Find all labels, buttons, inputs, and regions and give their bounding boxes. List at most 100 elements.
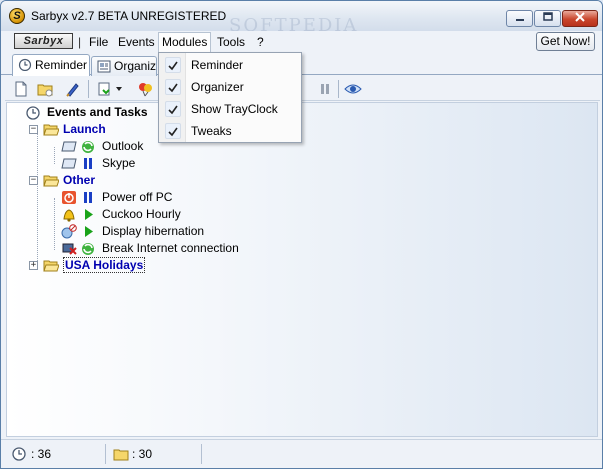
pause-icon <box>84 158 92 169</box>
folder-open-icon <box>43 260 59 272</box>
get-now-button[interactable]: Get Now! <box>536 32 595 51</box>
new-button[interactable] <box>11 79 31 99</box>
organizer-icon <box>97 60 111 73</box>
checkmark-icon <box>165 123 181 139</box>
events-tree[interactable]: Events and Tasks − Launch Outlook Skype … <box>6 102 598 437</box>
checkmark-icon <box>165 79 181 95</box>
tree-root-label: Events and Tasks <box>47 105 148 119</box>
tree-item-break-internet[interactable]: Break Internet connection <box>61 240 239 257</box>
tree-item-label: Power off PC <box>102 190 173 204</box>
import-button[interactable] <box>95 79 115 99</box>
checkmark-icon <box>165 101 181 117</box>
tree-item-cuckoo[interactable]: Cuckoo Hourly <box>61 206 181 223</box>
tree-item-label: Break Internet connection <box>102 241 239 255</box>
minimize-button[interactable] <box>506 10 533 27</box>
menu-item-reminder[interactable]: Reminder <box>161 54 299 76</box>
task-card-icon <box>61 141 77 152</box>
import-dropdown-button[interactable] <box>113 79 125 99</box>
menu-item-label: Tweaks <box>191 124 232 138</box>
close-icon <box>575 12 585 22</box>
minimize-icon <box>515 19 524 21</box>
play-icon <box>85 226 93 237</box>
edit-button[interactable] <box>63 79 83 99</box>
maximize-button[interactable] <box>534 10 561 27</box>
menu-item-label: Reminder <box>191 58 244 72</box>
tree-item-power-off[interactable]: Power off PC <box>61 189 172 206</box>
tree-connector <box>54 147 55 164</box>
tree-item-hibernation[interactable]: Display hibernation <box>61 223 204 240</box>
checkmark-icon <box>165 57 181 73</box>
folder-open-icon <box>43 175 59 187</box>
pause-icon <box>321 84 329 94</box>
reminder-count: : 36 <box>31 447 52 461</box>
menu-bar: Sarbyx | File Events Modules Tools ? Get… <box>1 31 602 53</box>
clock-icon <box>12 447 26 461</box>
eye-icon <box>344 84 362 94</box>
tree-connector <box>37 129 38 267</box>
toolbar-separator <box>88 80 89 98</box>
menu-item-organizer[interactable]: Organizer <box>161 76 299 98</box>
new-folder-button[interactable] <box>35 79 55 99</box>
folder-icon <box>113 449 129 461</box>
menu-separator: | <box>78 35 82 49</box>
app-window: S Sarbyx v2.7 BETA UNREGISTERED SOFTPEDI… <box>0 0 603 469</box>
tree-item-label: Outlook <box>102 139 144 153</box>
recurring-arrows-icon <box>82 141 94 153</box>
expand-usa-holidays-toggle[interactable]: + <box>29 261 38 270</box>
clock-icon <box>18 58 32 71</box>
folder-count: : 30 <box>132 447 153 461</box>
tab-reminder-label: Reminder <box>35 58 88 72</box>
edit-icon <box>66 83 79 97</box>
tree-item-skype[interactable]: Skype <box>61 155 135 172</box>
task-card-icon <box>61 158 77 169</box>
power-icon <box>62 191 76 204</box>
folder-add-icon <box>37 84 53 97</box>
tree-group-other[interactable]: Other <box>43 172 95 189</box>
menu-help[interactable]: ? <box>254 32 267 52</box>
menu-item-label: Show TrayClock <box>191 102 278 116</box>
menu-item-show-trayclock[interactable]: Show TrayClock <box>161 98 299 120</box>
status-separator <box>105 444 106 464</box>
balloon-button[interactable] <box>135 79 155 99</box>
pause-button[interactable] <box>315 79 335 99</box>
menu-item-label: Organizer <box>191 80 244 94</box>
close-button[interactable] <box>562 10 598 27</box>
window-title: Sarbyx v2.7 BETA UNREGISTERED <box>31 9 227 23</box>
menu-modules[interactable]: Modules <box>158 32 212 52</box>
new-document-icon <box>15 81 27 97</box>
tab-organizer-label: Organizer <box>114 59 157 73</box>
title-bar[interactable]: S Sarbyx v2.7 BETA UNREGISTERED SOFTPEDI… <box>1 1 602 36</box>
tree-item-outlook[interactable]: Outlook <box>61 138 143 155</box>
tree-group-launch[interactable]: Launch <box>43 121 106 138</box>
tree-root[interactable]: Events and Tasks <box>25 104 148 121</box>
collapse-other-toggle[interactable]: − <box>29 176 38 185</box>
menu-tools[interactable]: Tools <box>214 32 248 52</box>
tree-group-label: USA Holidays <box>63 257 146 273</box>
tab-organizer[interactable]: Organizer <box>91 56 157 76</box>
menu-item-tweaks[interactable]: Tweaks <box>161 120 299 142</box>
tab-reminder[interactable]: Reminder <box>12 54 90 76</box>
tree-item-label: Cuckoo Hourly <box>102 207 181 221</box>
monitor-off-icon <box>61 224 77 239</box>
clock-icon <box>26 106 40 120</box>
menu-file[interactable]: File <box>86 32 111 52</box>
modules-dropdown-menu: Reminder Organizer Show TrayClock Tweaks <box>158 52 302 143</box>
tree-item-label: Skype <box>102 156 136 170</box>
bell-icon <box>63 209 75 222</box>
view-button[interactable] <box>343 79 363 99</box>
brand-badge[interactable]: Sarbyx <box>14 33 73 49</box>
maximize-icon <box>542 12 553 21</box>
tree-connector <box>54 198 55 250</box>
tree-group-label: Other <box>63 173 96 187</box>
collapse-launch-toggle[interactable]: − <box>29 125 38 134</box>
tree-item-label: Display hibernation <box>102 224 205 238</box>
network-disconnect-icon <box>62 243 77 255</box>
status-separator <box>201 444 202 464</box>
app-logo-icon[interactable]: S <box>9 8 25 24</box>
play-icon <box>85 209 93 220</box>
chevron-down-icon <box>116 87 122 91</box>
menu-events[interactable]: Events <box>115 32 158 52</box>
status-bar: : 36 : 30 <box>1 439 602 468</box>
pause-icon <box>84 192 92 203</box>
tree-group-usa-holidays[interactable]: USA Holidays <box>43 257 146 274</box>
